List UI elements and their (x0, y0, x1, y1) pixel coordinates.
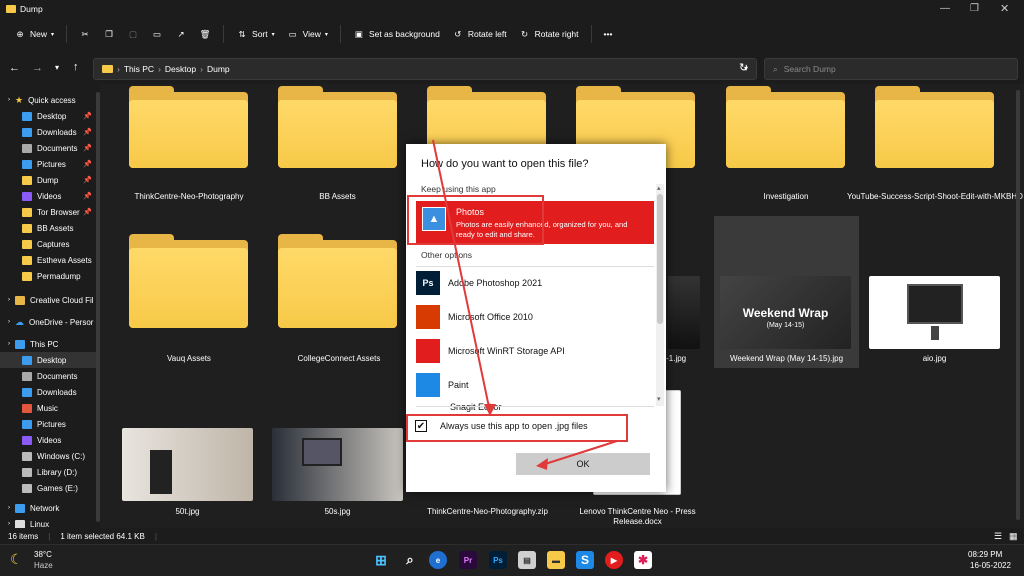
annotation-arrow-line (432, 139, 491, 413)
annotation-arrowhead (484, 404, 496, 416)
annotation-arrow-line (541, 440, 618, 466)
annotation-arrows (432, 139, 618, 470)
annotation-arrowhead (536, 458, 548, 470)
